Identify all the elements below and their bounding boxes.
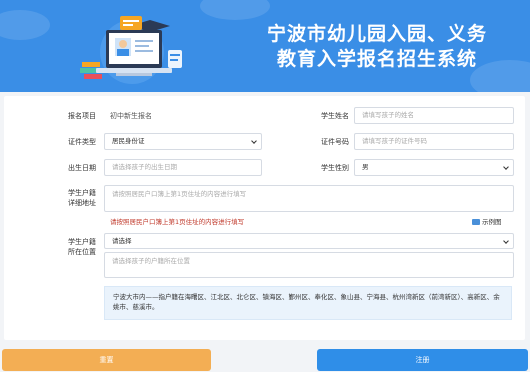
id-number-input[interactable]: 请填写孩子的证件号码 xyxy=(354,133,514,150)
id-type-select[interactable]: 居民身份证 xyxy=(104,133,262,150)
example-image-link[interactable]: 示例图 xyxy=(472,217,502,227)
birth-date-input[interactable]: 请选择孩子的出生日期 xyxy=(104,159,262,176)
id-type-value: 居民身份证 xyxy=(112,137,145,145)
gender-label: 学生性别 xyxy=(321,164,349,172)
location-label-line-1: 学生户籍 xyxy=(68,238,96,246)
gender-value: 男 xyxy=(362,163,369,171)
birth-date-label: 出生日期 xyxy=(68,164,96,172)
reset-button[interactable]: 重置 xyxy=(2,349,211,371)
cloud-decoration xyxy=(200,0,270,20)
chevron-down-icon xyxy=(251,138,257,144)
address-label-line-1: 学生户籍 xyxy=(68,189,96,197)
title-line-1: 宁波市幼儿园入园、义务 xyxy=(266,23,487,45)
location-label: 学生户籍 所在位置 xyxy=(46,237,96,257)
location-select-value: 请选择 xyxy=(112,237,132,245)
title-line-2: 教育入学报名招生系统 xyxy=(276,48,477,70)
address-hint: 请按照居民户口簿上第1页住址的内容进行填写 xyxy=(110,218,245,226)
id-number-label: 证件号码 xyxy=(321,138,349,146)
location-textarea[interactable]: 请选择孩子的户籍所在位置 xyxy=(104,252,514,278)
id-type-label: 证件类型 xyxy=(68,138,96,146)
address-textarea[interactable]: 请按照居民户口簿上第1页住址的内容进行填写 xyxy=(104,185,514,212)
page-title: 宁波市幼儿园入园、义务 教育入学报名招生系统 xyxy=(232,22,522,72)
address-label-line-2: 详细地址 xyxy=(68,199,96,207)
image-icon xyxy=(472,219,480,225)
registration-form: 报名项目 初中新生报名 学生姓名 请填写孩子的姓名 证件类型 居民身份证 证件号… xyxy=(4,96,525,340)
project-value: 初中新生报名 xyxy=(110,112,152,120)
student-name-label: 学生姓名 xyxy=(321,112,349,120)
location-select[interactable]: 请选择 xyxy=(104,233,514,249)
gender-select[interactable]: 男 xyxy=(354,159,514,176)
page: 宁波市幼儿园入园、义务 教育入学报名招生系统 报名项目 初中新生报名 学生姓名 … xyxy=(0,0,530,372)
chevron-down-icon xyxy=(503,164,509,170)
cloud-decoration xyxy=(0,10,50,40)
header-banner: 宁波市幼儿园入园、义务 教育入学报名招生系统 xyxy=(0,0,530,92)
student-name-input[interactable]: 请填写孩子的姓名 xyxy=(354,107,514,124)
project-label: 报名项目 xyxy=(68,112,96,120)
register-button[interactable]: 注册 xyxy=(317,349,528,371)
computer-education-illustration xyxy=(80,16,182,84)
address-label: 学生户籍 详细地址 xyxy=(46,188,96,208)
chevron-down-icon xyxy=(503,238,509,244)
region-notice: 宁波大市内——指户籍在海曙区、江北区、北仑区、镇海区、鄞州区、奉化区、象山县、宁… xyxy=(104,286,512,320)
example-label: 示例图 xyxy=(482,218,502,226)
location-label-line-2: 所在位置 xyxy=(68,248,96,256)
